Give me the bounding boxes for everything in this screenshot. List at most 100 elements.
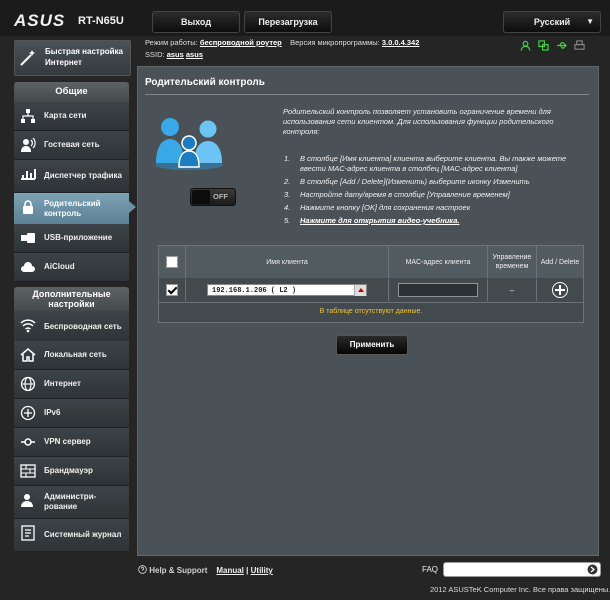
advanced-section-header: Дополнительные настройки: [14, 287, 129, 311]
client-dropdown-icon[interactable]: [354, 285, 366, 296]
sidebar-item-network-map[interactable]: Карта сети: [14, 102, 129, 131]
sidebar-item-usb-application[interactable]: USB-приложение: [14, 224, 129, 253]
empty-table-message: В таблице отсутствуют данные.: [159, 302, 583, 321]
client-name-input[interactable]: 192.168.1.206 ( L2 ): [207, 284, 367, 296]
sidebar-item-label: Интернет: [44, 379, 81, 388]
faq-search-input[interactable]: [443, 562, 601, 577]
quick-internet-setup[interactable]: Быстрая настройка Интернет: [14, 40, 131, 76]
usb-status-icon[interactable]: [556, 40, 567, 51]
traffic-manager-icon: [21, 169, 36, 180]
usb-icon: [21, 233, 35, 243]
sidebar-item-guest-network[interactable]: Гостевая сеть: [14, 131, 129, 160]
time-cell: –: [488, 279, 537, 301]
sidebar-item-label: Гостевая сеть: [44, 140, 100, 149]
mode-label: Режим работы:: [145, 38, 198, 47]
footer-links: Help & Support Manual | Utility: [138, 565, 273, 575]
action-cell: [537, 279, 583, 301]
toggle-state-label: OFF: [213, 192, 228, 201]
reboot-button[interactable]: Перезагрузка: [244, 11, 332, 33]
sidebar-item-internet[interactable]: Интернет: [14, 370, 129, 399]
footer-separator: |: [246, 566, 249, 575]
video-tutorial-link[interactable]: Нажмите для открытия видео-учебника.: [300, 216, 459, 225]
language-select[interactable]: Русский ▼: [503, 11, 601, 33]
apply-button[interactable]: Применить: [336, 335, 408, 355]
ipv6-icon: [20, 405, 36, 421]
asus-logo: ASUS: [14, 11, 66, 30]
globe-icon: [20, 376, 36, 392]
top-bar: ASUS RT-N65U Выход Перезагрузка Русский …: [0, 0, 610, 36]
admin-icon: [21, 494, 33, 507]
ssid-link-1[interactable]: asus: [167, 50, 184, 59]
page-title: Родительский контроль: [145, 77, 265, 88]
wireless-icon: [20, 319, 36, 333]
toggle-knob: [192, 190, 210, 204]
column-header-action: Add / Delete: [537, 246, 583, 278]
network-status-icon[interactable]: [538, 40, 549, 51]
utility-link[interactable]: Utility: [251, 566, 273, 575]
copyright: 2012 ASUSTeK Computer Inc. Все права защ…: [430, 585, 610, 594]
instruction-list: 1. В столбце [Имя клиента] клиента выбери…: [284, 154, 584, 229]
wand-icon: [20, 50, 35, 66]
firmware-label: Версия микропрограммы:: [290, 38, 380, 47]
sidebar-item-wireless[interactable]: Беспроводная сеть: [14, 311, 129, 344]
instruction-step: 5. Нажмите для открытия видео-учебника.: [284, 216, 460, 225]
row-select-cell: [159, 279, 186, 301]
instruction-step: 1. В столбце [Имя клиента] клиента выбери…: [284, 154, 567, 173]
column-header-client: Имя клиента: [186, 246, 389, 278]
quick-setup-label: Быстрая настройка Интернет: [45, 47, 123, 67]
ssid-link-2[interactable]: asus: [186, 50, 203, 59]
language-value: Русский: [533, 17, 571, 27]
general-section-header: Общие: [14, 82, 129, 102]
parental-control-panel: Родительский контроль OFF Родительский к…: [137, 66, 599, 556]
sidebar-item-parental-control[interactable]: Родительский контроль: [14, 193, 136, 226]
mac-cell: [389, 279, 488, 301]
sidebar-item-label: Локальная сеть: [44, 350, 107, 359]
client-cell: 192.168.1.206 ( L2 ): [186, 279, 389, 301]
header-select-cell: [159, 246, 186, 278]
select-all-checkbox[interactable]: [166, 256, 178, 268]
faq-label: FAQ: [422, 565, 439, 574]
sidebar-item-administration[interactable]: Администри-рование: [14, 486, 129, 519]
cloud-icon: [21, 262, 35, 272]
search-go-icon[interactable]: [587, 564, 598, 575]
mode-link[interactable]: беспроводной роутер: [200, 38, 282, 47]
instruction-step: 2. В столбце [Add / Delete](Изменить) выб…: [284, 177, 530, 186]
row-checkbox[interactable]: [166, 284, 178, 296]
sidebar-item-label: Диспетчер трафика: [44, 171, 122, 180]
sidebar-item-firewall[interactable]: Брандмауэр: [14, 457, 129, 486]
mac-address-input[interactable]: [398, 283, 478, 297]
sidebar-item-vpn[interactable]: VPN сервер: [14, 428, 129, 457]
sidebar-item-label: Родительский контроль: [44, 199, 101, 218]
help-icon: [138, 565, 147, 574]
network-map-icon: [21, 109, 35, 123]
guest-network-icon: [21, 137, 36, 152]
vpn-icon: [21, 438, 35, 446]
sidebar-item-lan[interactable]: Локальная сеть: [14, 341, 129, 370]
instruction-step: 3. Настройте дату/время в столбце [Управл…: [284, 190, 510, 199]
help-support-label: Help & Support: [149, 566, 208, 575]
firmware-link[interactable]: 3.0.0.4.342: [382, 38, 420, 47]
sidebar-item-label: IPv6: [44, 408, 61, 417]
client-name-value: 192.168.1.206 ( L2 ): [212, 287, 297, 295]
sidebar-item-aicloud[interactable]: AiCloud: [14, 253, 129, 282]
logout-button[interactable]: Выход: [152, 11, 240, 33]
log-icon: [21, 525, 35, 541]
sidebar-item-label: Брандмауэр: [44, 466, 93, 475]
sidebar-item-system-log[interactable]: Системный журнал: [14, 519, 129, 552]
sidebar-item-ipv6[interactable]: IPv6: [14, 399, 129, 428]
title-divider: [145, 94, 589, 95]
sidebar-item-traffic-manager[interactable]: Диспетчер трафика: [14, 160, 129, 193]
printer-status-icon[interactable]: [574, 40, 585, 51]
sidebar-item-label: USB-приложение: [44, 233, 113, 242]
intro-text: Родительский контроль позволяет установи…: [283, 107, 554, 136]
family-icon: [155, 118, 223, 170]
manual-link[interactable]: Manual: [216, 566, 244, 575]
sidebar-item-label: AiCloud: [44, 262, 75, 271]
add-icon[interactable]: [552, 282, 568, 298]
client-rules-table: Имя клиента MAC-адрес клиента Управление…: [158, 245, 584, 323]
model-name: RT-N65U: [78, 15, 124, 27]
parental-control-toggle[interactable]: OFF: [190, 188, 236, 206]
column-header-mac: MAC-адрес клиента: [389, 246, 488, 278]
instruction-step: 4. Нажмите кнопку [OK] для сохранения нас…: [284, 203, 471, 212]
user-status-icon[interactable]: [520, 40, 531, 51]
